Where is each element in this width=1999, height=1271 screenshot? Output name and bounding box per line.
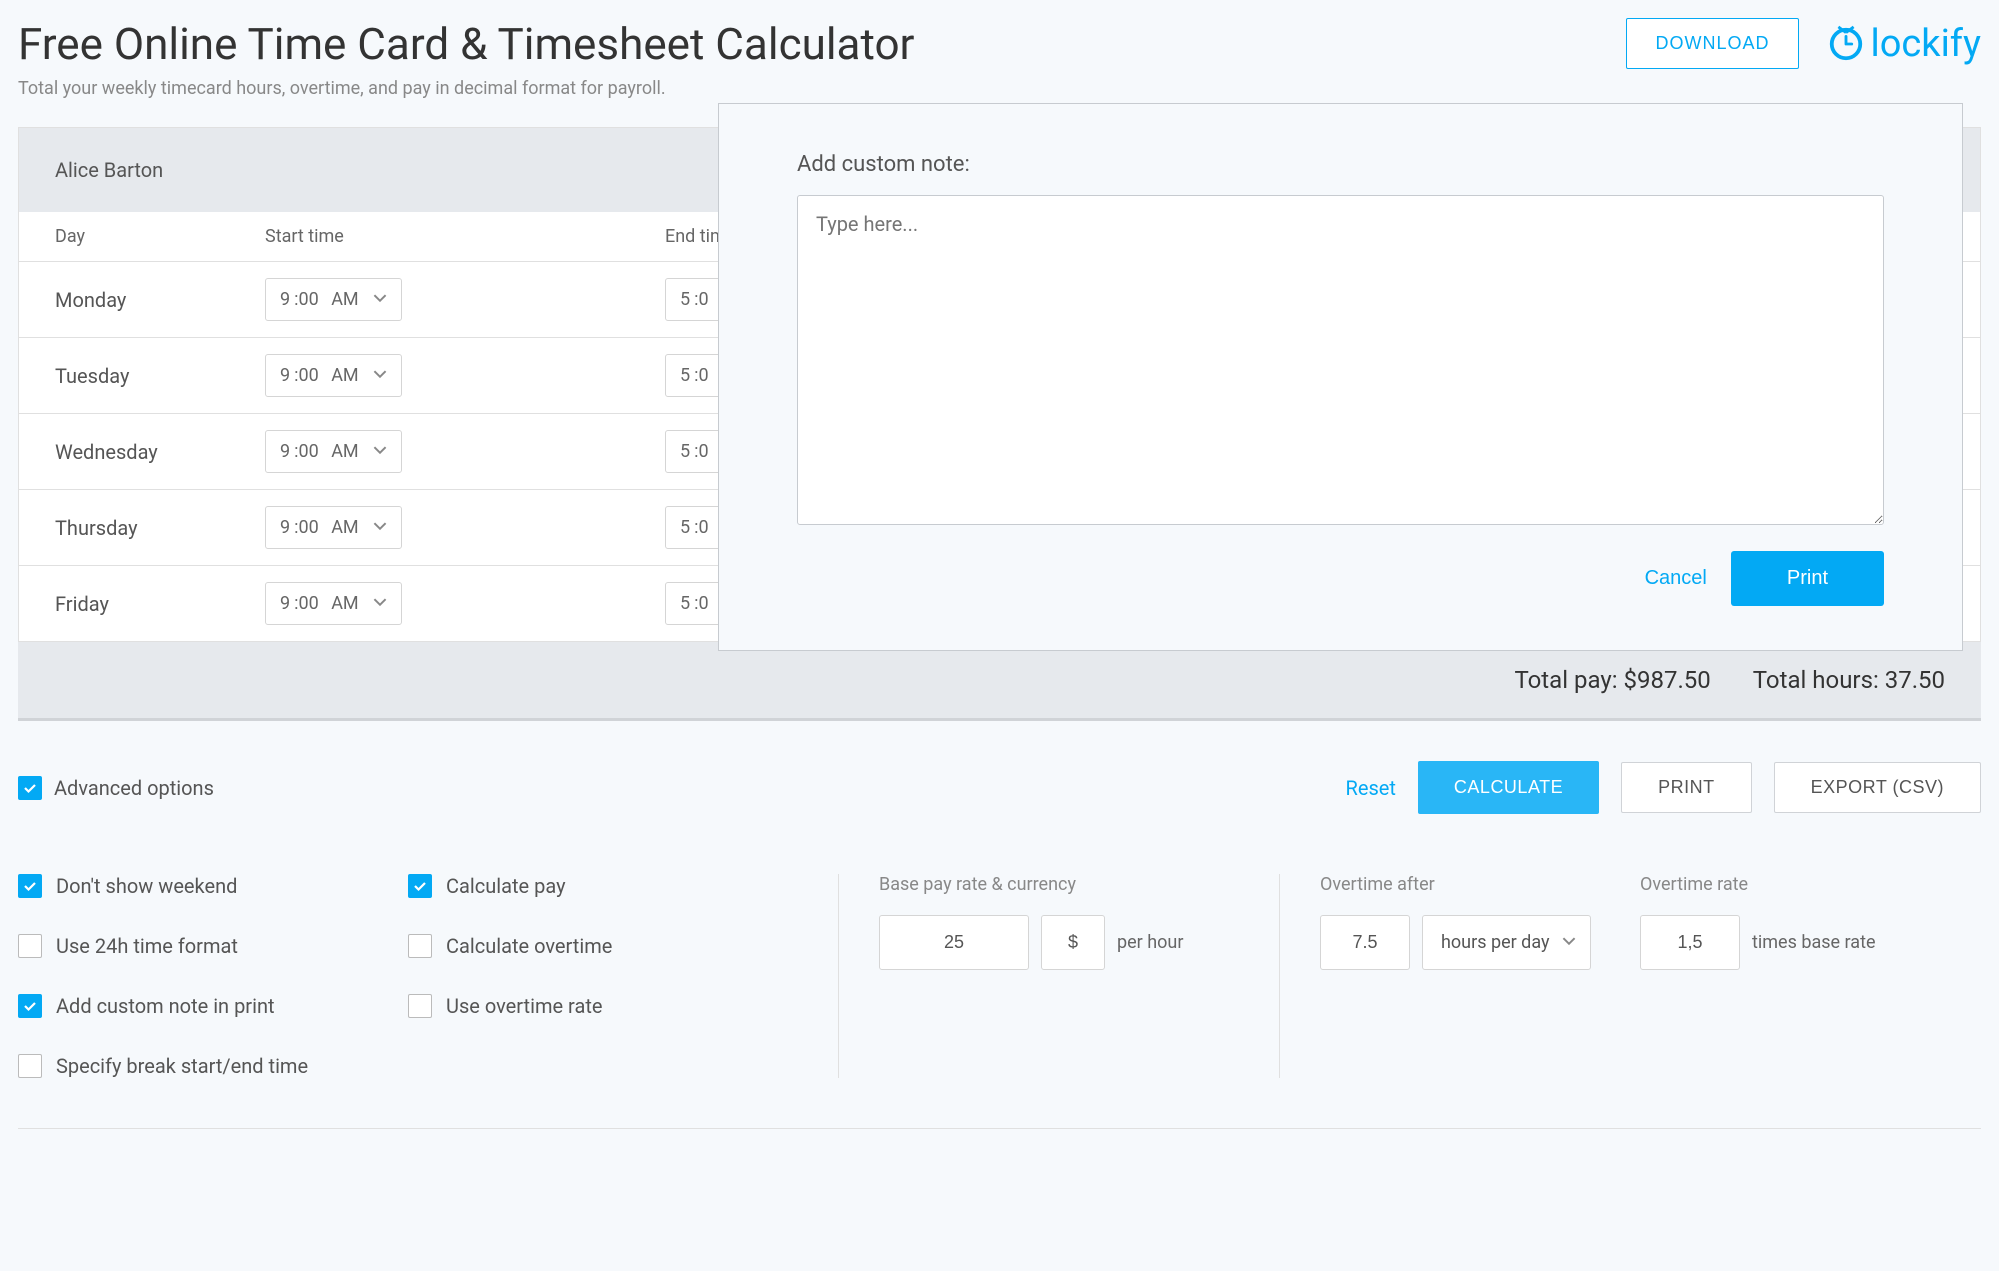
total-hours-value: 37.50 bbox=[1885, 666, 1945, 694]
calc-pay-checkbox[interactable] bbox=[408, 874, 432, 898]
col-start: Start time bbox=[265, 226, 665, 247]
use-ot-rate-checkbox[interactable] bbox=[408, 994, 432, 1018]
end-time-picker[interactable]: 5 :0 bbox=[665, 354, 724, 397]
advanced-options-label: Advanced options bbox=[54, 776, 214, 800]
vertical-divider bbox=[838, 874, 839, 1078]
overtime-after-label: Overtime after bbox=[1320, 874, 1620, 895]
start-time-picker[interactable]: 9 :00 AM bbox=[265, 354, 402, 397]
overtime-after-input[interactable] bbox=[1320, 915, 1410, 970]
download-button[interactable]: DOWNLOAD bbox=[1626, 18, 1798, 69]
chevron-down-icon bbox=[373, 517, 387, 538]
totals-bar: Total pay: $987.50 Total hours: 37.50 bbox=[18, 642, 1981, 718]
print-button[interactable]: Print bbox=[1731, 551, 1884, 606]
cancel-button[interactable]: Cancel bbox=[1645, 567, 1707, 590]
divider bbox=[18, 718, 1981, 721]
base-pay-input[interactable] bbox=[879, 915, 1029, 970]
use-24h-checkbox[interactable] bbox=[18, 934, 42, 958]
overtime-rate-unit: times base rate bbox=[1752, 932, 1876, 953]
custom-note-modal: Add custom note: Cancel Print bbox=[718, 103, 1963, 651]
overtime-rate-label: Overtime rate bbox=[1640, 874, 1981, 895]
overtime-rate-input[interactable] bbox=[1640, 915, 1740, 970]
end-time-picker[interactable]: 5 :0 bbox=[665, 582, 724, 625]
page-subtitle: Total your weekly timecard hours, overti… bbox=[18, 78, 914, 99]
calculate-button[interactable]: CALCULATE bbox=[1418, 761, 1599, 814]
chevron-down-icon bbox=[373, 289, 387, 310]
overtime-unit-select[interactable]: hours per day bbox=[1422, 915, 1591, 970]
currency-input[interactable] bbox=[1041, 915, 1105, 970]
day-name: Tuesday bbox=[55, 364, 265, 388]
start-time-picker[interactable]: 9 :00 AM bbox=[265, 430, 402, 473]
vertical-divider bbox=[1279, 874, 1280, 1078]
day-name: Monday bbox=[55, 288, 265, 312]
chevron-down-icon bbox=[373, 365, 387, 386]
base-pay-label: Base pay rate & currency bbox=[879, 874, 1239, 895]
add-note-checkbox[interactable] bbox=[18, 994, 42, 1018]
no-weekend-label: Don't show weekend bbox=[56, 874, 237, 898]
end-time-picker[interactable]: 5 :0 bbox=[665, 278, 724, 321]
col-day: Day bbox=[55, 226, 265, 247]
start-time-picker[interactable]: 9 :00 AM bbox=[265, 278, 402, 321]
chevron-down-icon bbox=[373, 441, 387, 462]
start-time-picker[interactable]: 9 :00 AM bbox=[265, 506, 402, 549]
day-name: Thursday bbox=[55, 516, 265, 540]
calc-ot-checkbox[interactable] bbox=[408, 934, 432, 958]
chevron-down-icon bbox=[373, 593, 387, 614]
clock-icon bbox=[1827, 25, 1865, 63]
total-hours-label: Total hours: bbox=[1753, 666, 1879, 694]
brand-name: lockify bbox=[1871, 22, 1982, 66]
calc-pay-label: Calculate pay bbox=[446, 874, 566, 898]
use-24h-label: Use 24h time format bbox=[56, 934, 238, 958]
use-ot-rate-label: Use overtime rate bbox=[446, 994, 602, 1018]
day-name: Friday bbox=[55, 592, 265, 616]
per-hour-label: per hour bbox=[1117, 932, 1183, 953]
start-time-picker[interactable]: 9 :00 AM bbox=[265, 582, 402, 625]
brand-logo: lockify bbox=[1827, 22, 1982, 66]
calc-ot-label: Calculate overtime bbox=[446, 934, 612, 958]
advanced-options-checkbox[interactable] bbox=[18, 776, 42, 800]
day-name: Wednesday bbox=[55, 440, 265, 464]
note-textarea[interactable] bbox=[797, 195, 1884, 525]
total-pay-label: Total pay: bbox=[1514, 666, 1617, 694]
export-csv-button[interactable]: EXPORT (CSV) bbox=[1774, 762, 1981, 813]
spec-break-checkbox[interactable] bbox=[18, 1054, 42, 1078]
no-weekend-checkbox[interactable] bbox=[18, 874, 42, 898]
end-time-picker[interactable]: 5 :0 bbox=[665, 506, 724, 549]
reset-link[interactable]: Reset bbox=[1346, 776, 1396, 800]
end-time-picker[interactable]: 5 :0 bbox=[665, 430, 724, 473]
total-pay-value: $987.50 bbox=[1623, 666, 1710, 694]
chevron-down-icon bbox=[1562, 932, 1576, 953]
spec-break-label: Specify break start/end time bbox=[56, 1054, 308, 1078]
page-title: Free Online Time Card & Timesheet Calcul… bbox=[18, 18, 914, 70]
add-note-label: Add custom note in print bbox=[56, 994, 275, 1018]
modal-title: Add custom note: bbox=[797, 152, 1884, 177]
print-action-button[interactable]: PRINT bbox=[1621, 762, 1752, 813]
